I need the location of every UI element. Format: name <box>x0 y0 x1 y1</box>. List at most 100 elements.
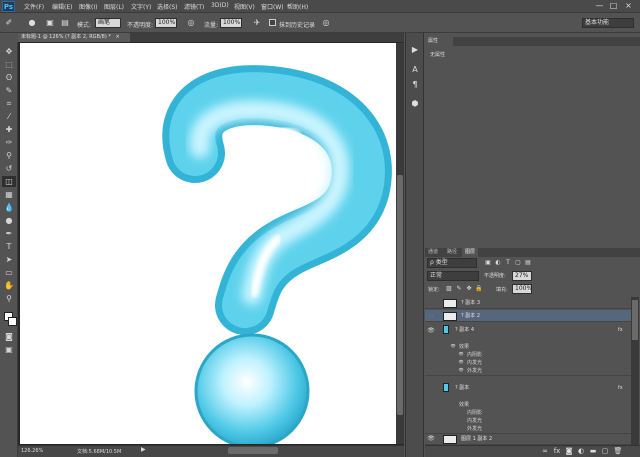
eye-icon[interactable]: 👁 <box>427 433 435 445</box>
effect-inner-shadow[interactable]: 内阴影 <box>467 351 482 359</box>
quick-mask-icon[interactable]: ◙ <box>2 331 16 342</box>
layer-filter-select[interactable]: ρ 类型 <box>427 258 477 268</box>
type-tool-icon[interactable]: T <box>2 241 16 252</box>
mode-select[interactable]: 画笔 <box>95 18 121 28</box>
layers-scroll-thumb[interactable] <box>632 300 638 340</box>
workspace-select[interactable]: 基本功能 <box>582 18 634 28</box>
layer-effects-icon[interactable]: fx <box>618 324 623 336</box>
eye-icon[interactable]: 👁 <box>457 364 465 376</box>
lock-position-icon[interactable]: ✥ <box>464 284 474 294</box>
menu-select[interactable]: 选择(S) <box>157 2 178 11</box>
document-tab[interactable]: 未标题-1 @ 126% (? 副本 2, RGB/8) * × <box>18 33 130 42</box>
menu-view[interactable]: 视图(V) <box>234 2 255 11</box>
quick-select-tool-icon[interactable]: ✎ <box>2 85 16 96</box>
healing-tool-icon[interactable]: ✚ <box>2 124 16 135</box>
fill-input[interactable]: 100% <box>512 284 532 294</box>
airbrush-icon[interactable]: ✈ <box>252 18 262 28</box>
add-style-icon[interactable]: fx <box>552 446 562 456</box>
move-tool-icon[interactable]: ✥ <box>2 46 16 57</box>
close-window-button[interactable]: × <box>622 0 635 12</box>
stamp-tool-icon[interactable]: ⚲ <box>2 150 16 161</box>
filter-smart-object-icon[interactable]: ▤ <box>523 258 533 268</box>
effect-outer-glow[interactable]: 外发光 <box>467 425 482 433</box>
3d-panel-icon[interactable]: ⬢ <box>409 98 421 110</box>
properties-tab[interactable]: 属性 <box>425 37 453 46</box>
eraser-tool-icon[interactable]: ✐ <box>4 18 14 28</box>
pressure-size-icon[interactable]: ◎ <box>321 18 331 28</box>
link-layers-icon[interactable]: ∞ <box>540 446 550 456</box>
history-brush-tool-icon[interactable]: ↺ <box>2 163 16 174</box>
background-color-swatch[interactable] <box>8 317 17 326</box>
lock-pixels-icon[interactable]: ✎ <box>454 284 464 294</box>
menu-image[interactable]: 图像(I) <box>79 2 97 11</box>
effect-inner-glow[interactable]: 内发光 <box>467 417 482 425</box>
add-mask-icon[interactable]: ◙ <box>564 446 574 456</box>
effect-inner-shadow[interactable]: 内阴影 <box>467 409 482 417</box>
lock-transparent-icon[interactable]: ▨ <box>444 284 454 294</box>
menu-type[interactable]: 文字(Y) <box>131 2 151 11</box>
menu-window[interactable]: 窗口(W) <box>261 2 284 11</box>
minimize-button[interactable]: — <box>593 0 606 12</box>
play-action-icon[interactable]: ▶ <box>409 44 421 56</box>
new-layer-icon[interactable]: ▢ <box>600 446 610 456</box>
layer-effects-icon[interactable]: fx <box>618 382 623 394</box>
zoom-tool-icon[interactable]: ⚲ <box>2 293 16 304</box>
pen-tool-icon[interactable]: ✒ <box>2 228 16 239</box>
new-group-icon[interactable]: ▬ <box>588 446 598 456</box>
eraser-tool-icon-active[interactable]: ◫ <box>2 176 16 187</box>
character-panel-icon[interactable]: A <box>409 64 421 76</box>
paragraph-panel-icon[interactable]: ¶ <box>409 79 421 91</box>
filter-shape-icon[interactable]: ▢ <box>513 258 523 268</box>
path-select-tool-icon[interactable]: ➤ <box>2 254 16 265</box>
zoom-level[interactable]: 126.26% <box>21 448 43 454</box>
visibility-toggle-empty[interactable]: ▫ <box>427 383 435 395</box>
eye-icon[interactable]: 👁 <box>427 325 435 337</box>
effect-outer-glow[interactable]: 外发光 <box>467 367 482 375</box>
gradient-tool-icon[interactable]: ▦ <box>2 189 16 200</box>
marquee-tool-icon[interactable]: ⬚ <box>2 59 16 70</box>
menu-layer[interactable]: 图层(L) <box>104 2 124 11</box>
visibility-toggle-empty[interactable]: ▫ <box>427 297 435 309</box>
lock-all-icon[interactable]: 🔒 <box>474 284 484 294</box>
visibility-toggle-empty[interactable]: ▫ <box>427 310 435 322</box>
erase-history-checkbox[interactable] <box>269 19 276 26</box>
shape-tool-icon[interactable]: ▭ <box>2 267 16 278</box>
eye-icon[interactable]: 👁 <box>449 340 457 352</box>
close-tab-icon[interactable]: × <box>115 34 119 40</box>
layer-name[interactable]: ? 副本 3 <box>461 297 480 309</box>
brush-panel-toggle-icon[interactable]: ▣ <box>45 18 55 28</box>
menu-edit[interactable]: 编辑(E) <box>52 2 72 11</box>
menu-filter[interactable]: 滤镜(T) <box>184 2 204 11</box>
filter-adjustment-icon[interactable]: ◐ <box>493 258 503 268</box>
document-canvas[interactable] <box>20 43 396 444</box>
hand-tool-icon[interactable]: ✋ <box>2 280 16 291</box>
canvas-vertical-scroll-thumb[interactable] <box>397 175 403 415</box>
new-adjustment-icon[interactable]: ◐ <box>576 446 586 456</box>
brush-tool-icon[interactable]: ✑ <box>2 137 16 148</box>
status-menu-arrow-icon[interactable]: ▶ <box>141 446 146 453</box>
tab-paths[interactable]: 路径 <box>444 248 460 257</box>
flow-input[interactable]: 100% <box>220 18 242 28</box>
dodge-tool-icon[interactable]: ● <box>2 215 16 226</box>
lasso-tool-icon[interactable]: ʘ <box>2 72 16 83</box>
filter-pixel-icon[interactable]: ▣ <box>483 258 493 268</box>
maximize-button[interactable]: □ <box>607 0 620 12</box>
filter-type-icon[interactable]: T <box>503 258 513 268</box>
layer-name[interactable]: 图层 1 副本 2 <box>461 433 492 445</box>
brush-size-picker-icon[interactable]: ● <box>27 18 37 28</box>
delete-layer-icon[interactable]: 🗑 <box>613 446 623 456</box>
menu-file[interactable]: 文件(F) <box>24 2 44 11</box>
menu-help[interactable]: 帮助(H) <box>287 2 308 11</box>
effect-inner-glow[interactable]: 内发光 <box>467 359 482 367</box>
brush-preset-icon[interactable]: ▤ <box>60 18 70 28</box>
crop-tool-icon[interactable]: ⌗ <box>2 98 16 109</box>
layer-opacity-input[interactable]: 27% <box>512 271 532 281</box>
layer-name[interactable]: ? 副本 <box>455 382 469 394</box>
screen-mode-icon[interactable]: ▣ <box>2 344 16 355</box>
canvas-horizontal-scroll-thumb[interactable] <box>228 447 278 454</box>
layer-name[interactable]: ? 副本 4 <box>455 324 474 336</box>
tab-layers[interactable]: 图层 <box>462 248 479 257</box>
menu-3d[interactable]: 3D(D) <box>211 2 229 9</box>
pressure-opacity-icon[interactable]: ◎ <box>186 18 196 28</box>
tab-channels[interactable]: 通道 <box>425 248 441 257</box>
